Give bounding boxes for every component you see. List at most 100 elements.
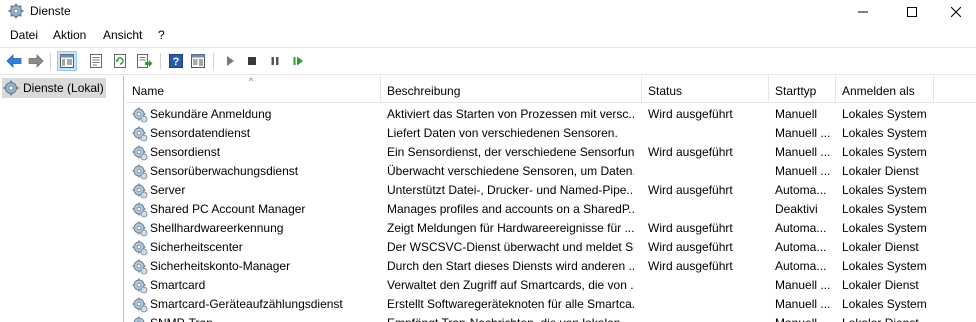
service-row[interactable]: Sensordatendienst Liefert Daten von versc… [126, 124, 976, 143]
service-gear-icon [132, 202, 148, 217]
pause-service-icon [271, 57, 279, 65]
stop-service-button[interactable] [242, 51, 262, 71]
service-gear-icon [132, 278, 148, 293]
service-startup-type: Automa... [775, 240, 827, 254]
service-name: Sensorüberwachungsdienst [150, 164, 299, 178]
menu-aktion[interactable]: Aktion [53, 28, 86, 42]
column-header-startup-type[interactable]: Starttyp [769, 76, 836, 103]
service-description: Der WSCSVC-Dienst überwacht und meldet S… [387, 240, 634, 254]
service-row[interactable]: Smartcard Verwaltet den Zugriff auf Smart… [126, 276, 976, 295]
menu-ansicht[interactable]: Ansicht [103, 28, 142, 42]
service-description: Liefert Daten von verschiedenen Sensoren… [387, 126, 618, 140]
service-logon-as: Lokaler Dienst [842, 240, 919, 254]
back-button[interactable] [4, 51, 24, 71]
refresh-button[interactable] [110, 51, 130, 71]
minimize-button[interactable] [840, 0, 886, 23]
service-row[interactable]: Shared PC Account Manager Manages profile… [126, 200, 976, 219]
show-hide-action-pane-icon [191, 54, 205, 68]
column-header-name[interactable]: Name [126, 76, 381, 103]
service-name-cell: Sensorüberwachungsdienst [132, 162, 382, 181]
start-service-button[interactable] [220, 51, 240, 71]
pause-service-button[interactable] [265, 51, 285, 71]
service-name-cell: Sensordatendienst [132, 124, 382, 143]
service-gear-icon [132, 221, 148, 236]
stop-service-icon [248, 57, 256, 65]
menu-help[interactable]: ? [158, 28, 165, 42]
help-button[interactable]: ? [166, 51, 186, 71]
service-row[interactable]: Shellhardwareerkennung Zeigt Meldungen fü… [126, 219, 976, 238]
service-name-cell: SNMP-Trap [132, 314, 382, 322]
service-name: Sicherheitscenter [150, 240, 243, 254]
service-startup-type: Manuell ... [775, 278, 831, 292]
service-row[interactable]: Server Unterstützt Datei-, Drucker- und N… [126, 181, 976, 200]
service-status: Wird ausgeführt [648, 240, 733, 254]
service-name-cell: Shared PC Account Manager [132, 200, 382, 219]
maximize-button[interactable] [889, 0, 935, 23]
forward-button[interactable] [26, 51, 46, 71]
service-logon-as: Lokaler Dienst [842, 278, 919, 292]
service-status [648, 200, 768, 219]
service-row[interactable]: Sekundäre Anmeldung Aktiviert das Starten… [126, 105, 976, 124]
service-description: Empfängt Trap-Nachrichten, die von lokal… [387, 314, 634, 322]
gear-icon [8, 3, 24, 19]
service-gear-icon [132, 107, 148, 122]
service-row[interactable]: Sensordienst Ein Sensordienst, der versch… [126, 143, 976, 162]
service-logon-as: Lokales System [842, 221, 927, 235]
service-startup-type: Automa... [775, 259, 827, 273]
service-logon-as: Lokales System [842, 126, 927, 140]
service-row[interactable]: Sicherheitscenter Der WSCSVC-Dienst überw… [126, 238, 976, 257]
export-list-icon [137, 54, 153, 68]
menu-datei[interactable]: Datei [10, 28, 38, 42]
service-description: Zeigt Meldungen für Hardwareereignisse f… [387, 221, 634, 235]
service-gear-icon [132, 145, 148, 160]
service-name: Sensordatendienst [150, 126, 251, 140]
restart-service-button[interactable] [288, 51, 308, 71]
service-description: Verwaltet den Zugriff auf Smartcards, di… [387, 278, 634, 292]
service-name: Sicherheitskonto-Manager [150, 259, 291, 273]
service-startup-type: Manuell [775, 314, 835, 322]
service-description: Unterstützt Datei-, Drucker- und Named-P… [387, 183, 634, 197]
action-pane-button[interactable] [188, 51, 208, 71]
service-gear-icon [132, 316, 146, 322]
svg-text:?: ? [173, 56, 180, 68]
gear-icon [3, 80, 19, 96]
service-startup-type: Manuell ... [775, 126, 831, 140]
column-header-description[interactable]: Beschreibung [381, 76, 642, 103]
service-row[interactable]: Sensorüberwachungsdienst Überwacht versch… [126, 162, 976, 181]
service-logon-as: Lokales System [842, 297, 927, 311]
back-arrow-icon [6, 54, 22, 68]
service-name: Server [150, 183, 186, 197]
service-row[interactable]: SNMP-Trap Empfängt Trap-Nachrichten, die … [126, 314, 976, 322]
service-name-cell: Smartcard-Geräteaufzählungsdienst [132, 295, 382, 314]
console-tree: Dienste (Lokal) [0, 76, 124, 322]
start-service-icon [227, 56, 234, 66]
service-status: Wird ausgeführt [648, 145, 733, 159]
close-icon [950, 6, 961, 17]
services-list: ^ Name Beschreibung Status Starttyp Anme… [126, 76, 976, 322]
service-row[interactable]: Sicherheitskonto-Manager Durch den Start … [126, 257, 976, 276]
close-button[interactable] [935, 0, 976, 23]
service-description: Überwacht verschiedene Sensoren, um Date… [387, 164, 634, 178]
export-list-button[interactable] [135, 51, 155, 71]
service-startup-type: Automa... [775, 221, 827, 235]
column-header-status[interactable]: Status [642, 76, 769, 103]
console-tree-button[interactable] [57, 51, 77, 71]
service-logon-as: Lokales System [842, 259, 927, 273]
service-gear-icon [132, 297, 148, 312]
service-name-cell: Server [132, 181, 382, 200]
service-logon-as: Lokaler Dienst [842, 314, 942, 322]
tree-item-services-local[interactable]: Dienste (Lokal) [2, 78, 106, 98]
service-startup-type: Automa... [775, 183, 827, 197]
window-title: Dienste [30, 4, 71, 18]
toolbar-separator [213, 53, 214, 69]
properties-button[interactable] [86, 51, 106, 71]
service-gear-icon [132, 164, 148, 179]
column-header-logon-as[interactable]: Anmelden als [836, 76, 934, 103]
service-name-cell: Sensordienst [132, 143, 382, 162]
minimize-icon [858, 11, 868, 12]
toolbar-separator [50, 53, 51, 69]
service-name-cell: Sicherheitskonto-Manager [132, 257, 382, 276]
service-row[interactable]: Smartcard-Geräteaufzählungsdienst Erstell… [126, 295, 976, 314]
service-startup-type: Manuell ... [775, 145, 831, 159]
service-name: Shellhardwareerkennung [150, 221, 284, 235]
